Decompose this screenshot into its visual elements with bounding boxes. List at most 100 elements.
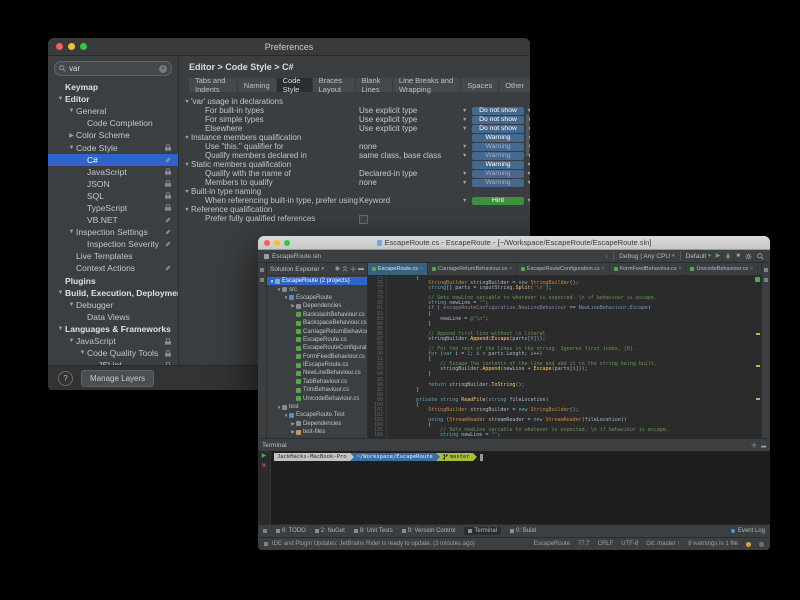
- tree-item-test[interactable]: ▼test: [267, 403, 367, 411]
- setting-value-dropdown[interactable]: Use explicit type: [359, 115, 417, 124]
- profile-dropdown[interactable]: Default▾: [686, 253, 711, 260]
- chevron-down-icon[interactable]: ▼: [462, 108, 467, 114]
- sidebar-item-javascript[interactable]: ▼JavaScript: [48, 335, 178, 347]
- sidebar-item-build-execution-deployment[interactable]: ▼Build, Execution, Deployment: [48, 287, 178, 299]
- solution-toolwindow-icon[interactable]: [260, 268, 264, 272]
- warning-stripe-mark[interactable]: [756, 365, 760, 367]
- toolwindow-button-2-nuget[interactable]: 2: NuGet: [315, 528, 345, 534]
- setting-value-dropdown[interactable]: same class, base class: [359, 151, 441, 160]
- settings-gear-icon[interactable]: [745, 253, 752, 260]
- severity-badge[interactable]: Do not show: [472, 107, 524, 115]
- settings-search-field[interactable]: ×: [54, 61, 172, 76]
- editor-tab-escaperoute-cs[interactable]: EscapeRoute.cs×: [368, 263, 428, 275]
- tree-item-escaperoute[interactable]: ▼EscapeRoute: [267, 294, 367, 302]
- chevron-down-icon[interactable]: ▼: [527, 162, 531, 168]
- setting-value-dropdown[interactable]: none: [359, 178, 377, 187]
- setting-row-prefer-fully-qualified-references[interactable]: Prefer fully qualified references: [179, 214, 530, 223]
- warnings-indicator-icon[interactable]: [746, 542, 751, 547]
- sidebar-item-live-templates[interactable]: Live Templates: [48, 250, 178, 262]
- tree-item-escaperoute-test[interactable]: ▼EscapeRoute.Test: [267, 411, 367, 419]
- checkbox[interactable]: [359, 215, 368, 224]
- tree-item-trimbehaviour-cs[interactable]: TrimBehaviour.cs: [267, 386, 367, 394]
- search-everywhere-icon[interactable]: [757, 253, 764, 260]
- toolwindow-toggle-icon[interactable]: [263, 529, 267, 533]
- tab-tabs-and-indents[interactable]: Tabs and Indents: [189, 78, 238, 92]
- chevron-down-icon[interactable]: ▼: [462, 198, 467, 204]
- setting-row-reference-qualification[interactable]: ▼Reference qualification: [179, 205, 530, 214]
- sidebar-item-vb-net[interactable]: VB.NET: [48, 214, 178, 226]
- toolwindow-button-9-version-control[interactable]: 9: Version Control: [402, 528, 456, 534]
- inspection-status-icon[interactable]: [755, 277, 760, 282]
- status-segment-utf-8[interactable]: UTF-8: [621, 541, 638, 547]
- tree-item-tabbehaviour-cs[interactable]: TabBehaviour.cs: [267, 378, 367, 386]
- close-tab-icon[interactable]: ×: [679, 266, 682, 272]
- toolwindow-button-8-unit-tests[interactable]: 8: Unit Tests: [354, 528, 393, 534]
- panel-title[interactable]: Solution Explorer: [270, 266, 320, 273]
- tree-item-dependencies[interactable]: ▶Dependencies: [267, 302, 367, 310]
- panel-settings-gear-icon[interactable]: [350, 266, 356, 272]
- solution-breadcrumb[interactable]: EscapeRoute.sln: [272, 253, 321, 260]
- sidebar-item-color-scheme[interactable]: ▶Color Scheme: [48, 129, 178, 141]
- warning-stripe-mark[interactable]: [756, 333, 760, 335]
- hide-panel-icon[interactable]: ▬: [358, 266, 364, 272]
- status-segment-crlf[interactable]: CRLF: [598, 541, 614, 547]
- setting-row-members-to-qualify[interactable]: Members to qualifynone▼Warning▼: [179, 178, 530, 187]
- chevron-down-icon[interactable]: ▼: [527, 180, 531, 186]
- sidebar-item-keymap[interactable]: Keymap: [48, 81, 178, 93]
- tree-item-escaperouteconfiguration-cs[interactable]: EscapeRouteConfiguration.cs: [267, 344, 367, 352]
- help-button[interactable]: ?: [58, 371, 73, 386]
- chevron-down-icon[interactable]: ▾: [322, 266, 325, 272]
- minimize-button[interactable]: [274, 240, 280, 246]
- tree-item-escaperoute-2-projects[interactable]: ▼EscapeRoute (2 projects): [267, 277, 367, 285]
- chevron-down-icon[interactable]: ▼: [183, 189, 191, 195]
- terminal-output[interactable]: JackHacks-MacBook-Pro ~/Workspace/Escape…: [271, 451, 770, 524]
- toolwindow-button-terminal[interactable]: Terminal: [464, 527, 501, 535]
- sidebar-item-languages-frameworks[interactable]: ▼Languages & Frameworks: [48, 323, 178, 335]
- close-tab-icon[interactable]: ×: [509, 266, 512, 272]
- close-button[interactable]: [56, 43, 63, 50]
- rerun-icon[interactable]: ▶: [262, 453, 267, 459]
- chevron-down-icon[interactable]: ▼: [462, 126, 467, 132]
- status-message[interactable]: IDE and Plugin Updates: JetBrains Rider …: [272, 541, 475, 547]
- tree-item-src[interactable]: ▼src: [267, 285, 367, 293]
- chevron-down-icon[interactable]: ▼: [78, 350, 87, 356]
- setting-row-for-simple-types[interactable]: For simple typesUse explicit type▼Do not…: [179, 115, 530, 124]
- chevron-right-icon[interactable]: ▶: [67, 132, 76, 139]
- tab-naming[interactable]: Naming: [238, 78, 277, 92]
- warning-stripe-mark[interactable]: [756, 398, 760, 400]
- settings-scrollbar[interactable]: [526, 114, 529, 156]
- tab-spaces[interactable]: Spaces: [461, 78, 499, 92]
- collapse-all-icon[interactable]: [342, 266, 348, 272]
- close-tab-icon[interactable]: ×: [602, 266, 605, 272]
- tree-item-iescaperoute-cs[interactable]: IEscapeRoute.cs: [267, 361, 367, 369]
- database-toolwindow-icon[interactable]: [764, 268, 768, 272]
- chevron-down-icon[interactable]: ▼: [462, 117, 467, 123]
- setting-row-qualify-with-the-name-of[interactable]: Qualify with the name ofDeclared-in type…: [179, 169, 530, 178]
- locate-icon[interactable]: ◉: [335, 266, 340, 272]
- debug-icon[interactable]: [725, 253, 731, 259]
- chevron-down-icon[interactable]: ▼: [67, 145, 76, 151]
- setting-row-qualify-members-declared-in[interactable]: Qualify members declared insame class, b…: [179, 151, 530, 160]
- search-input[interactable]: [69, 64, 156, 73]
- sidebar-item-inspection-severity[interactable]: Inspection Severity: [48, 238, 178, 250]
- chevron-down-icon[interactable]: ▼: [462, 153, 467, 159]
- close-session-icon[interactable]: ×: [262, 462, 267, 470]
- tree-item-dependencies[interactable]: ▶Dependencies: [267, 420, 367, 428]
- chevron-down-icon[interactable]: ▼: [67, 108, 76, 114]
- chevron-down-icon[interactable]: ▼: [56, 96, 65, 102]
- chevron-down-icon[interactable]: ▼: [462, 144, 467, 150]
- setting-value-dropdown[interactable]: Use explicit type: [359, 124, 417, 133]
- close-tab-icon[interactable]: ×: [750, 266, 753, 272]
- chevron-down-icon[interactable]: ▼: [183, 162, 191, 168]
- sidebar-item-json[interactable]: JSON: [48, 178, 178, 190]
- panel-title[interactable]: Terminal: [262, 442, 287, 449]
- tree-item-carriagereturnbehaviour-cs[interactable]: CarriageReturnBehaviour.cs: [267, 327, 367, 335]
- ide-titlebar[interactable]: EscapeRoute.cs - EscapeRoute - [~/Worksp…: [258, 236, 770, 250]
- sidebar-item-sql[interactable]: SQL: [48, 190, 178, 202]
- tree-item-escaperoute-cs[interactable]: EscapeRoute.cs: [267, 336, 367, 344]
- sidebar-item-general[interactable]: ▼General: [48, 105, 178, 117]
- sidebar-item-typescript[interactable]: TypeScript: [48, 202, 178, 214]
- close-tab-icon[interactable]: ×: [420, 266, 423, 272]
- severity-badge[interactable]: Warning: [472, 143, 524, 151]
- chevron-down-icon[interactable]: ▼: [527, 198, 531, 204]
